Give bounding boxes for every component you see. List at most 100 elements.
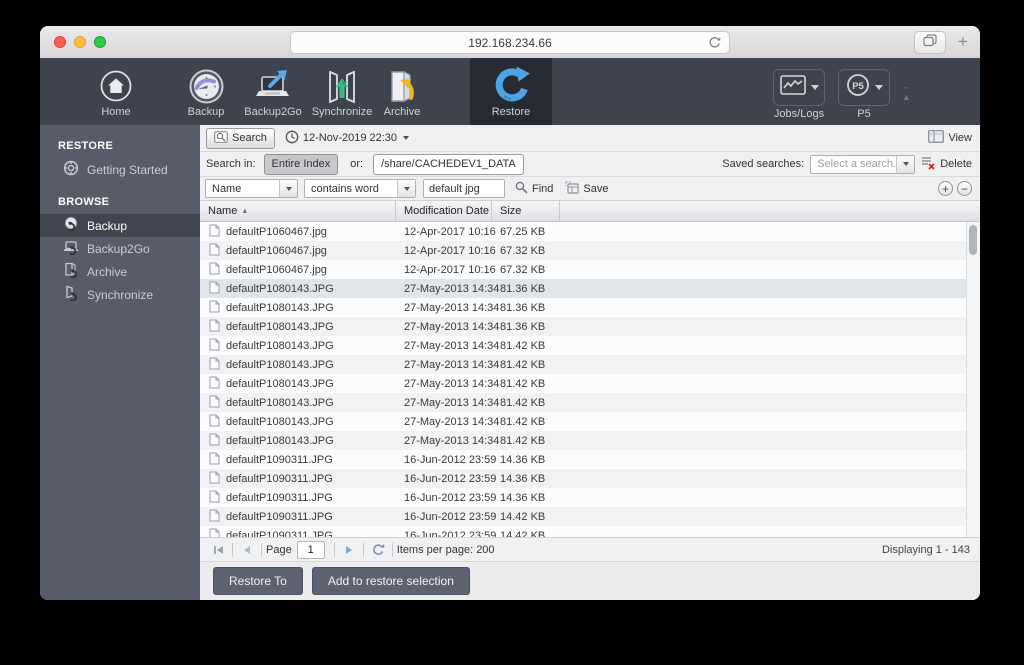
- search-scope-toolbar: Search in: Entire Index or: /share/CACHE…: [200, 152, 980, 177]
- table-row[interactable]: defaultP1080143.JPG 27-May-2013 14:34 81…: [200, 412, 980, 431]
- chevron-down-icon: [403, 136, 410, 140]
- table-row[interactable]: defaultP1080143.JPG 27-May-2013 14:34 81…: [200, 355, 980, 374]
- toolbar-item-restore[interactable]: Restore: [470, 58, 552, 125]
- refresh-icon[interactable]: [368, 541, 388, 559]
- remove-filter-button[interactable]: −: [957, 181, 972, 196]
- table-row[interactable]: defaultP1080143.JPG 27-May-2013 14:34 81…: [200, 336, 980, 355]
- table-row[interactable]: defaultP1060467.jpg 12-Apr-2017 10:16 67…: [200, 222, 980, 241]
- sidebar: RESTORE Getting Started BROWSE Backup Ba…: [40, 125, 200, 600]
- table-row[interactable]: defaultP1060467.jpg 12-Apr-2017 10:16 67…: [200, 241, 980, 260]
- file-size: 14.36 KB: [500, 491, 546, 504]
- sidebar-item-getting-started[interactable]: Getting Started: [40, 158, 200, 181]
- toolbar-item-home[interactable]: Home: [88, 58, 144, 125]
- sidebar-item-backup[interactable]: Backup: [40, 214, 200, 237]
- plus-icon: +: [941, 181, 949, 196]
- sidebar-item-backup2go[interactable]: Backup2Go: [40, 237, 200, 260]
- gauge-restore-icon: [63, 216, 79, 235]
- delete-search-button[interactable]: Delete: [921, 156, 972, 173]
- home-icon: [99, 66, 133, 106]
- file-icon: [209, 490, 220, 506]
- table-row[interactable]: defaultP1080143.JPG 27-May-2013 14:34 81…: [200, 374, 980, 393]
- file-name: defaultP1080143.JPG: [226, 282, 334, 295]
- chevron-down-icon: [810, 85, 819, 90]
- file-name: defaultP1060467.jpg: [226, 225, 327, 238]
- find-button[interactable]: Find: [515, 181, 553, 197]
- column-header-name[interactable]: Name ▲: [200, 201, 396, 221]
- file-date: 27-May-2013 14:34: [404, 339, 500, 352]
- file-name: defaultP1080143.JPG: [226, 396, 334, 409]
- table-row[interactable]: defaultP1090311.JPG 16-Jun-2012 23:59 14…: [200, 526, 980, 537]
- address-bar[interactable]: 192.168.234.66: [290, 31, 730, 54]
- minimize-window-button[interactable]: [74, 36, 86, 48]
- filter-field-select[interactable]: Name: [205, 179, 298, 198]
- file-date: 16-Jun-2012 23:59: [404, 472, 497, 485]
- restore-to-button[interactable]: Restore To: [213, 567, 303, 595]
- saved-searches-select[interactable]: Select a search...: [810, 154, 916, 174]
- file-name: defaultP1080143.JPG: [226, 358, 334, 371]
- displaying-count: Displaying 1 - 143: [881, 543, 970, 556]
- add-filter-button[interactable]: +: [938, 181, 953, 196]
- file-name: defaultP1080143.JPG: [226, 339, 334, 352]
- toolbar-item-backup2go[interactable]: Backup2Go: [236, 58, 310, 125]
- table-row[interactable]: defaultP1090311.JPG 16-Jun-2012 23:59 14…: [200, 507, 980, 526]
- file-size: 81.36 KB: [500, 282, 546, 295]
- collapse-toolbar-icon[interactable]: ┄ ▲: [902, 84, 911, 102]
- toolbar-item-backup[interactable]: Backup: [176, 58, 236, 125]
- sidebar-item-label: Synchronize: [87, 287, 154, 302]
- snapshot-date-dropdown[interactable]: 12-Nov-2019 22:30: [285, 130, 410, 147]
- table-row[interactable]: defaultP1080143.JPG 27-May-2013 14:34 81…: [200, 431, 980, 450]
- sidebar-item-label: Getting Started: [87, 162, 168, 177]
- table-row[interactable]: defaultP1080143.JPG 27-May-2013 14:34 81…: [200, 317, 980, 336]
- filter-query-input[interactable]: default jpg: [423, 179, 505, 198]
- column-header-modification-date[interactable]: Modification Date: [396, 201, 492, 221]
- zoom-window-button[interactable]: [94, 36, 106, 48]
- app-toolbar: Home Backup Backup2Go Synchronize Archiv: [40, 58, 980, 125]
- sidebar-item-synchronize[interactable]: Synchronize: [40, 283, 200, 306]
- table-row[interactable]: defaultP1090311.JPG 16-Jun-2012 23:59 14…: [200, 469, 980, 488]
- tab-overview-icon: [923, 33, 937, 52]
- save-search-button[interactable]: Save: [565, 180, 608, 197]
- p5-menu-button[interactable]: P5: [838, 69, 890, 106]
- filter-operator-select[interactable]: contains word: [304, 179, 416, 198]
- file-name: defaultP1090311.JPG: [226, 510, 333, 523]
- table-row[interactable]: defaultP1080143.JPG 27-May-2013 14:34 81…: [200, 393, 980, 412]
- file-date: 27-May-2013 14:34: [404, 320, 500, 333]
- view-button[interactable]: View: [928, 130, 972, 146]
- table-row[interactable]: defaultP1080143.JPG 27-May-2013 14:34 81…: [200, 279, 980, 298]
- sidebar-item-archive[interactable]: Archive: [40, 260, 200, 283]
- toolbar-item-archive[interactable]: Archive: [374, 58, 430, 125]
- toolbar-item-label: Restore: [491, 106, 531, 118]
- entire-index-button[interactable]: Entire Index: [263, 153, 339, 175]
- column-header-size[interactable]: Size: [492, 201, 560, 221]
- browser-window: 192.168.234.66 + Home Backup Backup2Go S…: [40, 26, 980, 600]
- table-row[interactable]: defaultP1090311.JPG 16-Jun-2012 23:59 14…: [200, 450, 980, 469]
- search-button[interactable]: Search: [206, 127, 275, 149]
- life-ring-icon: [63, 160, 79, 179]
- saved-searches-placeholder: Select a search...: [817, 158, 897, 170]
- file-date: 16-Jun-2012 23:59: [404, 491, 497, 504]
- vertical-scrollbar[interactable]: [966, 222, 980, 537]
- toolbar-item-synchronize[interactable]: Synchronize: [304, 58, 380, 125]
- next-page-button[interactable]: [339, 541, 359, 559]
- first-page-button[interactable]: [208, 541, 228, 559]
- table-row[interactable]: defaultP1060467.jpg 12-Apr-2017 10:16 67…: [200, 260, 980, 279]
- close-window-button[interactable]: [54, 36, 66, 48]
- jobs-logs-button[interactable]: [773, 69, 825, 106]
- table-row[interactable]: defaultP1080143.JPG 27-May-2013 14:34 81…: [200, 298, 980, 317]
- file-icon: [209, 376, 220, 392]
- file-name: defaultP1080143.JPG: [226, 434, 334, 447]
- page-number-input[interactable]: 1: [296, 540, 325, 559]
- search-in-label: Search in:: [206, 158, 256, 170]
- action-bar: Restore To Add to restore selection: [200, 561, 980, 600]
- reload-icon[interactable]: [707, 35, 722, 53]
- sidebar-item-label: Backup2Go: [87, 241, 150, 256]
- table-row[interactable]: defaultP1090311.JPG 16-Jun-2012 23:59 14…: [200, 488, 980, 507]
- add-to-restore-selection-button[interactable]: Add to restore selection: [311, 567, 470, 595]
- new-tab-button[interactable]: +: [952, 31, 974, 52]
- gauge-icon: [188, 66, 225, 106]
- vertical-scrollbar-thumb[interactable]: [969, 225, 977, 255]
- previous-page-button[interactable]: [237, 541, 257, 559]
- tab-overview-button[interactable]: [914, 31, 946, 54]
- chevron-down-icon: [397, 180, 415, 197]
- search-path-button[interactable]: /share/CACHEDEV1_DATA: [373, 153, 524, 175]
